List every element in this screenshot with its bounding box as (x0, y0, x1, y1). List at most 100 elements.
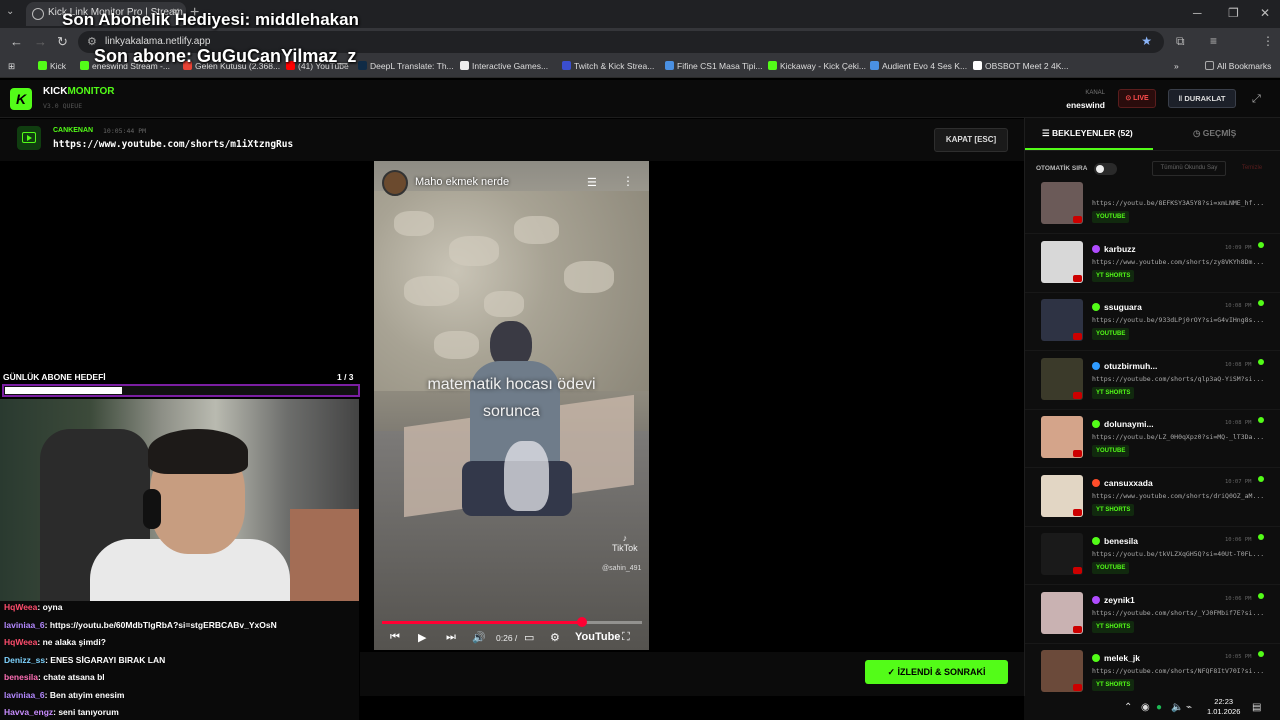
user-badge-icon (1092, 595, 1100, 604)
queue-url[interactable]: https://youtu.be/8EFKSY3A5Y8?si=xmLNME_h… (1092, 199, 1278, 207)
youtube-logo[interactable]: YouTube (575, 631, 620, 643)
queue-thumbnail[interactable] (1041, 240, 1083, 283)
chat-message: HqWeea: oyna (4, 602, 62, 612)
video-time: 0:26 / (496, 633, 518, 643)
queue-thumbnail[interactable] (1041, 299, 1083, 341)
tiktok-user: @sahin_491 (602, 565, 642, 572)
video-progress[interactable] (382, 617, 642, 627)
queue-url[interactable]: https://youtu.be/933dLPj0rOY?si=G4vIHng8… (1092, 316, 1278, 324)
pause-button[interactable]: ‖ DURAKLAT (1168, 89, 1236, 108)
queue-item[interactable]: melek_jk 10:05 PM https://youtube.com/shor… (1025, 644, 1280, 696)
bookmark-obsbot[interactable]: OBSBOT Meet 2 4K... (973, 61, 1068, 71)
user-badge-icon (1092, 244, 1100, 253)
tray-chevron-icon[interactable]: ⌃ (1124, 702, 1132, 713)
queue-item[interactable]: otuzbirmuh... 10:08 PM https://youtube.com… (1025, 352, 1280, 410)
live-badge: ⊙ LIVE (1118, 89, 1156, 108)
queue-thumbnail[interactable] (1041, 533, 1083, 575)
queue-item[interactable]: https://youtu.be/8EFKSY3A5Y8?si=xmLNME_h… (1025, 182, 1280, 234)
queue-item[interactable]: ssuguara 10:08 PM https://youtu.be/933dLPj… (1025, 293, 1280, 351)
goal-progress-bar (2, 384, 360, 397)
queue-url[interactable]: https://youtube.com/shorts/NFQF8ItV70I?s… (1092, 667, 1278, 675)
queue-item[interactable]: cansuxxada 10:07 PM https://www.youtube.co… (1025, 469, 1280, 527)
back-icon[interactable]: ← (10, 34, 23, 49)
queue-url[interactable]: https://www.youtube.com/shorts/driQ0OZ_a… (1092, 492, 1278, 500)
bookmark-deepl[interactable]: DeepL Translate: Th... (358, 61, 454, 71)
queue-thumbnail[interactable] (1041, 650, 1083, 692)
popout-icon[interactable]: ⤢ (1252, 93, 1261, 106)
queue-item[interactable]: karbuzz 10:09 PM https://www.youtube.com/s… (1025, 235, 1280, 293)
apps-icon[interactable]: ⊞ (8, 61, 15, 72)
mark-all-read-button[interactable]: Tümünü Okundu Say (1152, 161, 1226, 176)
bookmarks-overflow-icon[interactable]: » (1174, 61, 1179, 71)
previous-icon[interactable]: ⏮ (390, 631, 400, 644)
reload-icon[interactable]: ↻ (57, 34, 68, 50)
queue-thumbnail[interactable] (1041, 357, 1083, 400)
tab-search-icon[interactable]: ⌄ (6, 6, 14, 17)
forward-icon[interactable]: → (34, 34, 47, 49)
bookmark-kick[interactable]: Kick (38, 61, 66, 71)
next-icon[interactable]: ⏭ (446, 631, 456, 644)
queue-panel: ☰ BEKLEYENLER (52) ◷ GEÇMİŞ OTOMATİK SIR… (1024, 118, 1280, 696)
minimize-icon[interactable]: ─ (1193, 6, 1202, 20)
queue-url[interactable]: https://youtube.com/shorts/_YJ0FMbif7E?s… (1092, 609, 1278, 617)
youtube-icon (1073, 274, 1082, 282)
queue-username: otuzbirmuh... (1104, 360, 1158, 371)
notification-icon[interactable]: ▤ (1252, 702, 1261, 713)
media-icon[interactable]: ≡ (1210, 34, 1217, 48)
queue-url[interactable]: https://youtu.be/tkVLZXqGH5Q?si=40Ut-T0F… (1092, 550, 1278, 558)
bookmark-audient[interactable]: Audient Evo 4 Ses K... (870, 61, 967, 71)
youtube-icon (1073, 333, 1082, 340)
close-window-icon[interactable]: ✕ (1260, 6, 1270, 20)
chat-username: Denizz_ss (4, 654, 46, 665)
queue-thumbnail[interactable] (1041, 474, 1083, 517)
maximize-icon[interactable]: ❐ (1228, 6, 1239, 20)
volume-icon[interactable]: 🔊 (472, 631, 486, 644)
chat-text: : seni tanıyorum (53, 707, 119, 717)
bookmark-fifine[interactable]: Fifine CS1 Masa Tipi... (665, 61, 763, 71)
more-icon[interactable]: ⋮ (622, 174, 634, 188)
queue-thumbnail[interactable] (1041, 416, 1083, 458)
bookmark-interactive-games[interactable]: Interactive Games... (460, 61, 548, 71)
video-player[interactable]: Maho ekmek nerde ☰ ⋮ matematik hocası öd… (374, 161, 649, 650)
settings-icon[interactable]: ⚙ (550, 631, 560, 644)
bookmark-kickaway[interactable]: Kickaway - Kick Çeki... (768, 61, 866, 71)
queue-item[interactable]: zeynik1 10:06 PM https://youtube.com/short… (1025, 586, 1280, 644)
submission-url[interactable]: https://www.youtube.com/shorts/m1iXtzngR… (53, 139, 293, 150)
queue-item[interactable]: dolunaymi... 10:08 PM https://youtu.be/LZ_… (1025, 410, 1280, 468)
bookmark-twitch-kick[interactable]: Twitch & Kick Strea... (562, 61, 654, 71)
menu-icon[interactable]: ⋮ (1262, 34, 1274, 48)
spotify-icon[interactable]: ● (1156, 702, 1162, 713)
taskbar-clock[interactable]: 22:23 1.01.2026 (1207, 697, 1240, 717)
video-channel-avatar[interactable] (382, 170, 408, 196)
video-title[interactable]: Maho ekmek nerde (415, 176, 509, 188)
brand-title: KICKMONITOR (43, 86, 115, 97)
play-icon[interactable]: ▶ (418, 631, 426, 644)
bookmark-star-icon[interactable]: ★ (1141, 34, 1152, 48)
chat-text: : Ben atıyim enesim (44, 689, 125, 700)
queue-username: zeynik1 (1104, 594, 1135, 605)
platform-tag: YT SHORTS (1092, 386, 1135, 399)
queue-thumbnail[interactable] (1041, 591, 1083, 634)
auto-queue-toggle[interactable] (1094, 163, 1117, 175)
extensions-icon[interactable]: ⧉ (1176, 34, 1185, 49)
queue-url[interactable]: https://youtu.be/LZ_0H0qXpz0?si=MQ-_lT3D… (1092, 433, 1278, 441)
watched-next-button[interactable]: ✓ İZLENDİ & SONRAKİ (865, 660, 1008, 684)
captions-icon[interactable]: ▭ (524, 631, 534, 644)
tab-queue[interactable]: ☰ BEKLEYENLER (52) (1042, 128, 1133, 139)
network-icon[interactable]: ⌁ (1186, 702, 1192, 713)
close-button[interactable]: KAPAT [ESC] (934, 128, 1008, 152)
clear-button[interactable]: Temizle (1232, 161, 1272, 176)
auto-queue-label: OTOMATİK SIRA (1036, 165, 1088, 172)
queue-item[interactable]: benesila 10:06 PM https://youtu.be/tkVLZXq… (1025, 527, 1280, 585)
discord-icon[interactable]: ◉ (1141, 702, 1150, 713)
queue-thumbnail[interactable] (1041, 182, 1083, 224)
queue-url[interactable]: https://www.youtube.com/shorts/zy8VKYh8D… (1092, 258, 1278, 266)
chat-username: HqWeea (4, 637, 38, 647)
all-bookmarks[interactable]: All Bookmarks (1205, 61, 1271, 71)
fullscreen-icon[interactable]: ⛶ (622, 631, 630, 644)
queue-icon[interactable]: ☰ (587, 176, 597, 189)
volume-tray-icon[interactable]: 🔈 (1171, 702, 1183, 713)
tab-history[interactable]: ◷ GEÇMİŞ (1193, 128, 1236, 139)
queue-url[interactable]: https://youtube.com/shorts/qlp3aQ-YiSM?s… (1092, 375, 1278, 383)
chat-text: : ne alaka şimdi? (37, 637, 106, 647)
